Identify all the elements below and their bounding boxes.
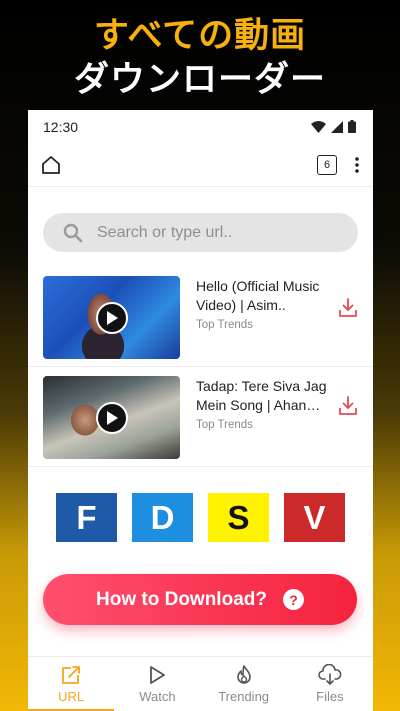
home-icon[interactable]: [40, 154, 62, 176]
video-thumbnail[interactable]: [43, 276, 180, 359]
cta-label: How to Download?: [96, 588, 267, 610]
tab-count-button[interactable]: 6: [317, 154, 337, 175]
headline-line-1: すべての動画: [93, 16, 307, 56]
nav-url-label: URL: [58, 689, 85, 704]
video-source: Top Trends: [196, 319, 253, 331]
play-icon[interactable]: [95, 401, 128, 434]
download-icon[interactable]: [338, 396, 358, 416]
external-link-icon: [62, 666, 81, 684]
wifi-icon: [311, 120, 326, 133]
nav-files-label: Files: [316, 689, 344, 704]
video-source: Top Trends: [196, 419, 253, 431]
video-title[interactable]: Tadap: Tere Siva Jag Mein Song | Ahan…: [196, 377, 332, 415]
battery-icon: [348, 120, 356, 133]
play-icon: [150, 666, 166, 684]
nav-watch[interactable]: Watch: [114, 657, 200, 711]
more-vertical-icon[interactable]: [355, 156, 359, 173]
status-bar: 12:30: [28, 110, 373, 143]
video-thumbnail[interactable]: [43, 376, 180, 459]
vimeo-button[interactable]: V: [284, 493, 345, 542]
search-input[interactable]: [97, 223, 327, 242]
how-to-download-button[interactable]: How to Download? ?: [43, 574, 357, 625]
dailymotion-button[interactable]: D: [132, 493, 193, 542]
question-icon: ?: [282, 589, 304, 610]
play-icon[interactable]: [95, 301, 128, 334]
nav-files[interactable]: Files: [287, 657, 373, 711]
status-icons: [311, 120, 356, 133]
nav-trending-label: Trending: [218, 689, 270, 704]
facebook-button[interactable]: F: [56, 493, 117, 542]
phone-screen: 12:30 6 Search or type url.. Hello (Offi…: [28, 110, 373, 711]
signal-icon: [331, 120, 343, 133]
status-time: 12:30: [43, 118, 79, 135]
video-list: Hello (Official Music Video) | Asim.. To…: [28, 270, 373, 467]
quick-access-buttons: F D S V: [28, 467, 373, 542]
download-cloud-icon: [318, 664, 342, 685]
nav-url[interactable]: URL: [28, 657, 115, 711]
browser-toolbar: 6: [28, 143, 373, 187]
video-title[interactable]: Hello (Official Music Video) | Asim..: [196, 277, 332, 315]
headline-line-2: ダウンローダー: [73, 60, 326, 100]
promo-headline: すべての動画 ダウンローダー: [0, 14, 400, 102]
flame-icon: [236, 665, 251, 684]
nav-watch-label: Watch: [139, 689, 176, 704]
search-bar[interactable]: [43, 213, 358, 252]
nav-trending[interactable]: Trending: [201, 657, 287, 711]
search-icon: [63, 223, 83, 242]
bottom-nav: URL Watch Trending Files: [28, 656, 373, 711]
shortcut-s-button[interactable]: S: [208, 493, 269, 542]
download-icon[interactable]: [338, 298, 358, 318]
list-item[interactable]: Tadap: Tere Siva Jag Mein Song | Ahan… T…: [28, 367, 373, 467]
list-item[interactable]: Hello (Official Music Video) | Asim.. To…: [28, 270, 373, 367]
